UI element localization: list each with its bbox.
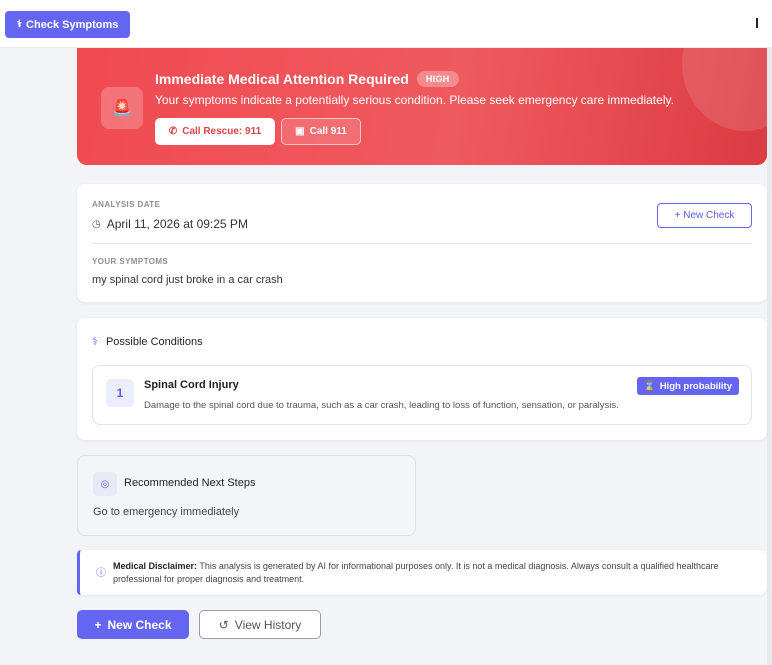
condition-description: Damage to the spinal cord due to trauma,…: [144, 400, 619, 411]
divider: [92, 243, 752, 244]
check-symptoms-button[interactable]: ⚕ Check Symptoms: [5, 11, 130, 38]
call-911-label: Call 911: [309, 126, 347, 137]
conditions-heading: Possible Conditions: [105, 335, 203, 348]
alert-title: Immediate Medical Attention Required: [155, 71, 409, 87]
analysis-card: ANALYSIS DATE ◷ April 11, 2026 at 09:25 …: [77, 184, 767, 302]
emergency-alert: 🚨 Immediate Medical Attention Required H…: [77, 48, 767, 165]
disclaimer-label: Medical Disclaimer:: [113, 561, 198, 571]
probability-label: High probability: [659, 380, 732, 392]
analysis-date-value: April 11, 2026 at 09:25 PM: [106, 217, 248, 231]
alert-title-row: Immediate Medical Attention Required HIG…: [155, 71, 459, 87]
next-steps-text: Go to emergency immediately: [93, 506, 240, 518]
symptoms-value: my spinal cord just broke in a car crash: [92, 274, 283, 286]
scrollbar-track[interactable]: [767, 48, 772, 665]
call-911-button[interactable]: ▣ Call 911: [281, 118, 361, 145]
condition-name: Spinal Cord Injury: [144, 379, 239, 391]
analysis-date-label: ANALYSIS DATE: [92, 200, 161, 209]
symptoms-label: YOUR SYMPTOMS: [92, 257, 169, 266]
next-steps-heading: Recommended Next Steps: [124, 477, 256, 489]
view-history-label: View History: [234, 617, 302, 632]
phone-icon: ✆: [168, 126, 178, 137]
hourglass-icon: ⌛: [643, 380, 656, 392]
medical-disclaimer: ⓘ Medical Disclaimer: This analysis is g…: [77, 550, 767, 595]
condition-item[interactable]: 1 Spinal Cord Injury Damage to the spina…: [92, 365, 752, 425]
view-history-button[interactable]: ↺ View History: [199, 610, 321, 639]
call-rescue-button[interactable]: ✆ Call Rescue: 911: [155, 118, 275, 145]
conditions-heading-row: ⚕ Possible Conditions: [92, 335, 203, 349]
target-icon: ◎: [93, 472, 117, 496]
new-check-label: New Check: [107, 617, 172, 632]
clipboard-icon: ⚕: [92, 336, 98, 348]
history-icon: ↺: [218, 617, 229, 632]
analysis-date-row: ◷ April 11, 2026 at 09:25 PM: [92, 217, 248, 231]
check-symptoms-label: Check Symptoms: [26, 18, 119, 31]
info-icon: ⓘ: [96, 568, 106, 579]
stethoscope-icon: ⚕: [16, 19, 23, 30]
conditions-card: ⚕ Possible Conditions 1 Spinal Cord Inju…: [77, 318, 767, 440]
top-bar: ⚕ Check Symptoms: [0, 0, 772, 48]
new-check-outline-button[interactable]: + New Check: [657, 203, 752, 228]
siren-icon: 🚨: [101, 87, 143, 129]
alert-message: Your symptoms indicate a potentially ser…: [155, 93, 674, 107]
disclaimer-text-block: Medical Disclaimer: This analysis is gen…: [113, 560, 753, 586]
severity-badge: HIGH: [416, 71, 459, 87]
decorative-circle: [682, 48, 767, 131]
disclaimer-text: This analysis is generated by AI for inf…: [113, 561, 719, 584]
condition-number: 1: [106, 379, 134, 407]
hospital-icon: ▣: [295, 126, 305, 137]
probability-badge: ⌛ High probability: [636, 377, 739, 395]
call-rescue-label: Call Rescue: 911: [182, 126, 262, 137]
next-steps-card: ◎ Recommended Next Steps Go to emergency…: [77, 455, 416, 536]
scroll-edge-mark: [756, 18, 758, 28]
clock-icon: ◷: [92, 218, 101, 230]
new-check-button[interactable]: + New Check: [77, 610, 189, 639]
plus-icon: +: [94, 617, 102, 632]
